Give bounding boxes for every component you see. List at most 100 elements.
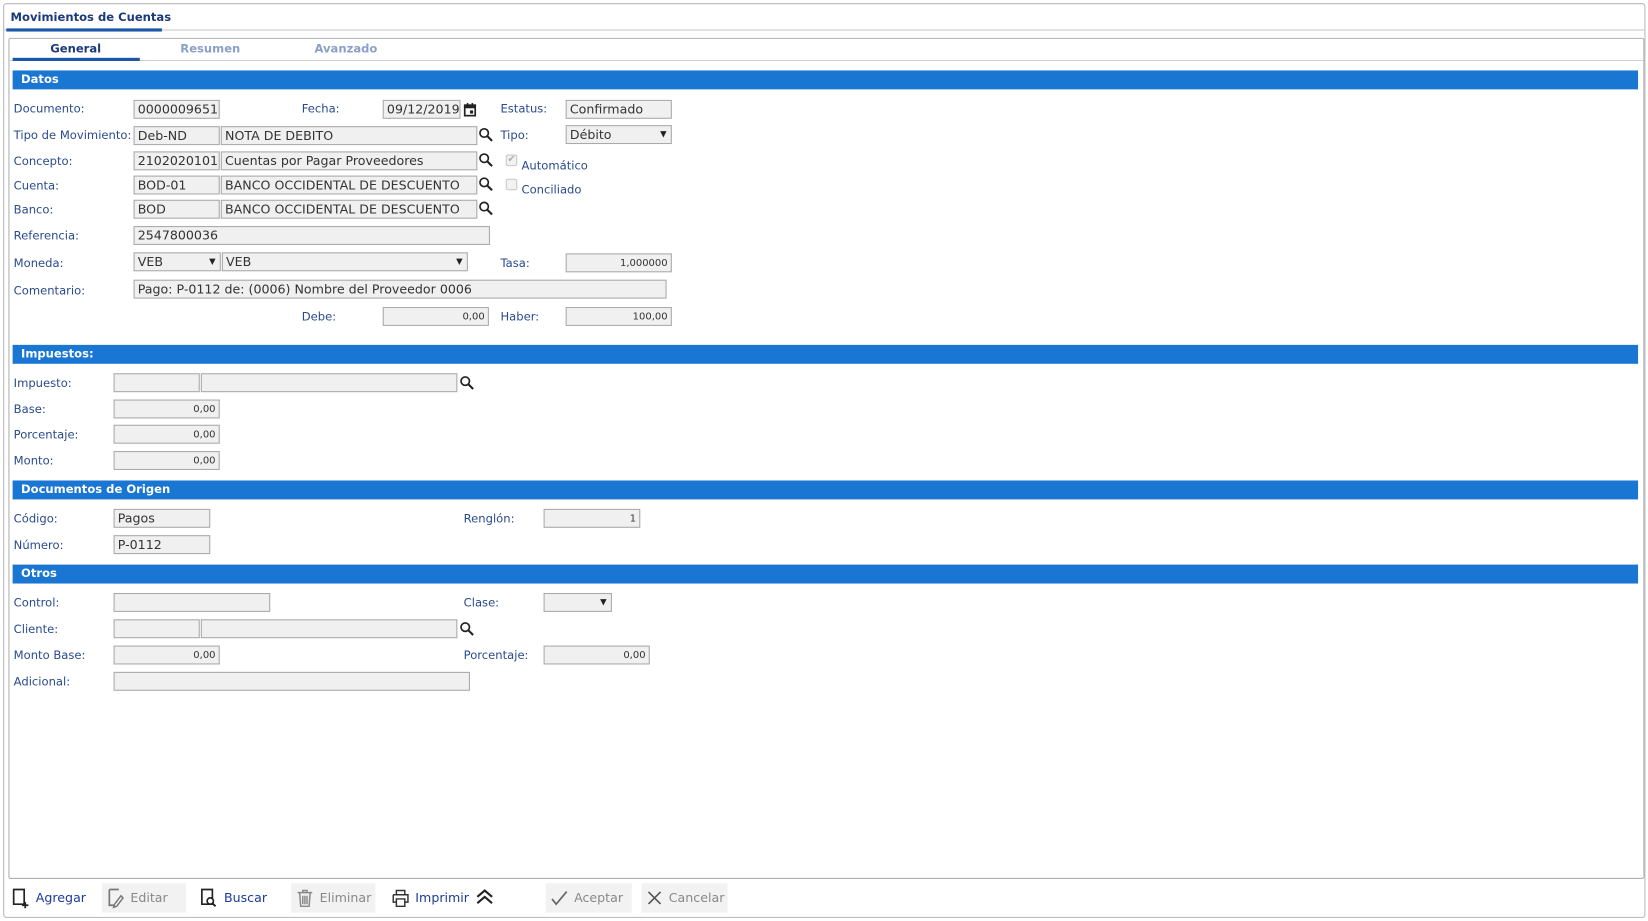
tasa-field[interactable]: 1,000000 (565, 253, 672, 273)
aceptar-label: Aceptar (574, 890, 624, 906)
conciliado-label: Conciliado (521, 182, 582, 197)
comentario-field[interactable]: Pago: P-0112 de: (0006) Nombre del Prove… (133, 279, 667, 299)
haber-label: Haber: (500, 310, 540, 324)
concepto-label: Concepto: (13, 154, 73, 169)
editar-label: Editar (130, 890, 168, 906)
automatico-checkbox[interactable]: ✔ (505, 154, 518, 167)
edit-icon (108, 888, 124, 909)
impuesto-name-field[interactable] (200, 373, 458, 393)
monto-label: Monto: (13, 454, 54, 468)
search-document-icon (201, 888, 217, 907)
banco-code-field[interactable]: BOD (133, 199, 220, 219)
buscar-label: Buscar (223, 890, 268, 906)
agregar-label: Agregar (35, 890, 87, 906)
tipo-movimiento-code-field[interactable]: Deb-ND (133, 126, 220, 146)
referencia-label: Referencia: (13, 229, 80, 243)
aceptar-button[interactable]: Aceptar (545, 883, 632, 913)
porcentaje-label: Porcentaje: (13, 427, 79, 442)
codigo-field[interactable]: Pagos (113, 508, 211, 528)
impuesto-label: Impuesto: (13, 376, 72, 391)
eliminar-button[interactable]: Eliminar (291, 883, 376, 913)
impuesto-code-field[interactable] (113, 373, 200, 393)
conciliado-checkbox[interactable] (505, 178, 518, 191)
tasa-label: Tasa: (500, 256, 530, 271)
base-label: Base: (13, 402, 46, 417)
cliente-name-field[interactable] (200, 619, 458, 639)
search-icon[interactable] (478, 152, 493, 167)
fecha-label: Fecha: (301, 101, 340, 116)
eliminar-label: Eliminar (319, 890, 372, 906)
tipo-select[interactable]: Débito (565, 125, 672, 145)
title-underline (6, 28, 162, 32)
tipo-movimiento-label: Tipo de Movimiento: (13, 128, 132, 142)
control-label: Control: (13, 596, 60, 610)
printer-icon (392, 889, 409, 908)
collapse-chevrons-icon[interactable] (474, 886, 495, 907)
haber-field[interactable]: 100,00 (565, 307, 672, 326)
divider (9, 59, 1644, 61)
base-field[interactable]: 0,00 (113, 399, 220, 419)
section-datos: Datos (12, 70, 1639, 90)
moneda-name-select[interactable]: VEB (221, 252, 468, 272)
tab-resumen[interactable]: Resumen (147, 42, 273, 56)
adicional-label: Adicional: (13, 674, 71, 689)
banco-name-field[interactable]: BANCO OCCIDENTAL DE DESCUENTO (220, 199, 478, 219)
control-field[interactable] (113, 592, 271, 612)
numero-label: Número: (13, 538, 64, 552)
trash-icon (297, 889, 313, 908)
imprimir-button[interactable]: Imprimir (387, 883, 472, 912)
cuenta-label: Cuenta: (13, 178, 60, 193)
concepto-name-field[interactable]: Cuentas por Pagar Proveedores (220, 151, 478, 171)
debe-label: Debe: (301, 310, 337, 324)
cliente-code-field[interactable] (113, 619, 200, 639)
documento-field[interactable]: 0000009651 (133, 99, 220, 119)
monto-base-field[interactable]: 0,00 (113, 645, 220, 665)
section-otros: Otros (12, 564, 1639, 584)
tipo-label: Tipo: (500, 128, 529, 142)
renglon-field[interactable]: 1 (543, 508, 641, 528)
tab-general[interactable]: General (13, 42, 139, 56)
tab-avanzado[interactable]: Avanzado (283, 42, 409, 56)
cliente-label: Cliente: (13, 622, 59, 637)
porcentaje-field[interactable]: 0,00 (113, 424, 220, 444)
adicional-field[interactable] (113, 671, 470, 691)
concepto-code-field[interactable]: 2102020101 (133, 151, 220, 171)
otros-porcentaje-field[interactable]: 0,00 (543, 645, 650, 665)
agregar-button[interactable]: Agregar (7, 883, 89, 912)
add-document-icon (12, 888, 29, 909)
estatus-field: Confirmado (565, 99, 672, 119)
cuenta-name-field[interactable]: BANCO OCCIDENTAL DE DESCUENTO (220, 175, 478, 195)
buscar-button[interactable]: Buscar (196, 883, 271, 912)
search-icon[interactable] (478, 201, 493, 216)
search-icon[interactable] (478, 127, 493, 142)
moneda-label: Moneda: (13, 256, 64, 271)
search-icon[interactable] (459, 375, 474, 390)
banco-label: Banco: (13, 202, 54, 217)
clase-label: Clase: (463, 596, 500, 610)
section-documentos-origen: Documentos de Origen (12, 480, 1639, 500)
estatus-label: Estatus: (500, 101, 548, 116)
fecha-field[interactable]: 09/12/2019 (382, 99, 461, 119)
monto-field[interactable]: 0,00 (113, 451, 220, 470)
check-icon (551, 891, 568, 906)
window-title: Movimientos de Cuentas (10, 10, 172, 25)
renglon-label: Renglón: (463, 512, 515, 526)
clase-select[interactable] (543, 592, 612, 612)
divider (4, 29, 1645, 31)
close-icon (647, 891, 662, 905)
cuenta-code-field[interactable]: BOD-01 (133, 175, 220, 195)
numero-field[interactable]: P-0112 (113, 535, 211, 555)
cancelar-button[interactable]: Cancelar (641, 883, 728, 913)
search-icon[interactable] (459, 621, 474, 636)
active-tab-indicator (12, 57, 140, 61)
calendar-icon[interactable] (463, 102, 478, 117)
search-icon[interactable] (478, 177, 493, 192)
debe-field[interactable]: 0,00 (382, 307, 489, 326)
moneda-code-select[interactable]: VEB (133, 252, 221, 272)
codigo-label: Código: (13, 512, 58, 526)
comentario-label: Comentario: (13, 283, 86, 298)
editar-button[interactable]: Editar (101, 883, 187, 913)
referencia-field[interactable]: 2547800036 (133, 226, 490, 245)
tipo-movimiento-name-field[interactable]: NOTA DE DEBITO (220, 126, 478, 146)
otros-porcentaje-label: Porcentaje: (463, 648, 529, 663)
